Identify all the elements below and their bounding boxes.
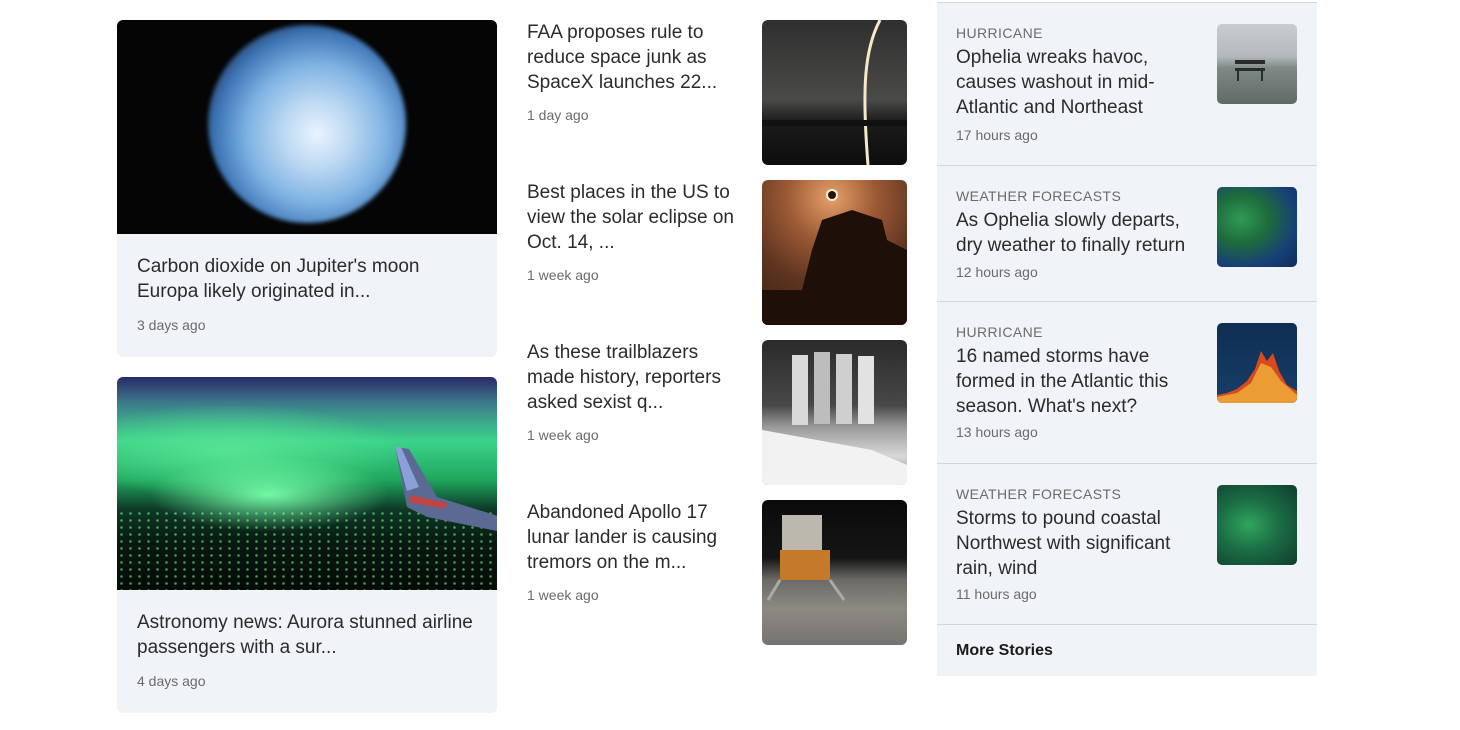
sidebar-story[interactable]: WEATHER FORECASTS As Ophelia slowly depa… bbox=[937, 165, 1317, 301]
story-item[interactable]: Best places in the US to view the solar … bbox=[527, 180, 907, 325]
story-title[interactable]: Abandoned Apollo 17 lunar lander is caus… bbox=[527, 500, 737, 575]
airplane-wing-icon bbox=[395, 447, 497, 531]
flood-bench-image[interactable] bbox=[1217, 24, 1297, 104]
moon-glow bbox=[208, 25, 406, 223]
feature-card-aurora[interactable]: Astronomy news: Aurora stunned airline p… bbox=[117, 377, 497, 713]
sidebar-story[interactable]: WEATHER FORECASTS Storms to pound coasta… bbox=[937, 463, 1317, 624]
sidebar-story[interactable]: HURRICANE Ophelia wreaks havoc, causes w… bbox=[937, 2, 1317, 165]
story-time: 13 hours ago bbox=[956, 424, 1038, 440]
lunar-lander-icon bbox=[766, 515, 846, 601]
bench-icon bbox=[1235, 60, 1265, 81]
rocket-launch-image[interactable] bbox=[762, 20, 907, 165]
weather-map-image[interactable] bbox=[1217, 485, 1297, 565]
story-category[interactable]: HURRICANE bbox=[956, 25, 1043, 41]
story-time: 12 hours ago bbox=[956, 264, 1038, 280]
story-category[interactable]: WEATHER FORECASTS bbox=[956, 188, 1121, 204]
story-category[interactable]: WEATHER FORECASTS bbox=[956, 486, 1121, 502]
story-title[interactable]: Ophelia wreaks havoc, causes washout in … bbox=[956, 45, 1196, 120]
story-time: 11 hours ago bbox=[956, 586, 1037, 602]
feature-card-europa[interactable]: Carbon dioxide on Jupiter's moon Europa … bbox=[117, 20, 497, 357]
solar-eclipse-image[interactable] bbox=[762, 180, 907, 325]
story-title[interactable]: As Ophelia slowly departs, dry weather t… bbox=[956, 208, 1196, 258]
story-title[interactable]: 16 named storms have formed in the Atlan… bbox=[956, 344, 1196, 419]
launch-trail-icon bbox=[762, 20, 907, 165]
feature-card-title[interactable]: Astronomy news: Aurora stunned airline p… bbox=[137, 610, 477, 660]
more-stories-label[interactable]: More Stories bbox=[956, 642, 1053, 660]
weather-map-image[interactable] bbox=[1217, 187, 1297, 267]
story-time: 17 hours ago bbox=[956, 127, 1038, 143]
story-title[interactable]: FAA proposes rule to reduce space junk a… bbox=[527, 20, 737, 95]
astronauts-shuttle-image[interactable] bbox=[762, 340, 907, 485]
sidebar-story[interactable]: HURRICANE 16 named storms have formed in… bbox=[937, 301, 1317, 463]
story-title[interactable]: Storms to pound coastal Northwest with s… bbox=[956, 506, 1196, 581]
aurora-image[interactable] bbox=[117, 377, 497, 590]
story-title[interactable]: Best places in the US to view the solar … bbox=[527, 180, 737, 255]
feature-card-title[interactable]: Carbon dioxide on Jupiter's moon Europa … bbox=[137, 254, 477, 304]
sidebar: HURRICANE Ophelia wreaks havoc, causes w… bbox=[937, 2, 1317, 676]
more-stories-link[interactable]: More Stories bbox=[937, 624, 1317, 676]
shuttle-icon bbox=[762, 352, 907, 485]
story-category[interactable]: HURRICANE bbox=[956, 324, 1043, 340]
feature-card-time: 4 days ago bbox=[137, 673, 206, 689]
feature-card-time: 3 days ago bbox=[137, 317, 206, 333]
europa-moon-image[interactable] bbox=[117, 20, 497, 234]
story-item[interactable]: As these trailblazers made history, repo… bbox=[527, 340, 907, 485]
eclipse-mesa-icon bbox=[762, 189, 907, 325]
chart-thumbnail-icon bbox=[1217, 351, 1297, 403]
story-item[interactable]: Abandoned Apollo 17 lunar lander is caus… bbox=[527, 500, 907, 645]
hurricane-chart-image[interactable] bbox=[1217, 323, 1297, 403]
lunar-lander-image[interactable] bbox=[762, 500, 907, 645]
story-title[interactable]: As these trailblazers made history, repo… bbox=[527, 340, 737, 415]
story-item[interactable]: FAA proposes rule to reduce space junk a… bbox=[527, 20, 907, 165]
